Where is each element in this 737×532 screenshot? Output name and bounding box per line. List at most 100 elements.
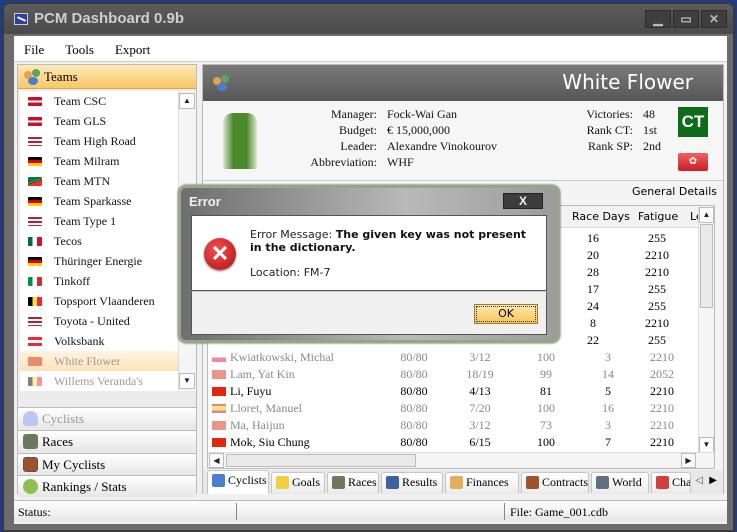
manager-label: Manager:: [331, 107, 377, 121]
team-list-item[interactable]: Team MTN: [20, 171, 178, 191]
team-list-item[interactable]: Tecos: [20, 231, 178, 251]
team-name-label: Team High Road: [54, 134, 136, 148]
grid-scroll-down[interactable]: ▼: [699, 437, 714, 453]
nav-rankings[interactable]: Rankings / Stats: [18, 475, 196, 497]
close-button[interactable]: ✕: [701, 10, 727, 28]
cell-c4: 3: [605, 350, 611, 364]
teams-panel-header[interactable]: Teams: [18, 65, 196, 89]
tab-finances[interactable]: Finances: [445, 472, 519, 493]
scroll-down-button[interactable]: ▼: [179, 373, 195, 389]
dialog-body: ✕ Error Message: The given key was not p…: [191, 215, 547, 291]
team-name-label: Team Milram: [54, 154, 120, 168]
team-list-item[interactable]: Team CSC: [20, 91, 178, 111]
tab-cyclists[interactable]: Cyclists: [207, 470, 269, 494]
ok-button[interactable]: OK: [474, 304, 538, 324]
cell-race-days: 17: [587, 282, 599, 296]
grid-hscrollbar[interactable]: ◀ ▶: [208, 452, 714, 468]
tab-goals[interactable]: Goals: [271, 472, 325, 493]
team-name-label: Team GLS: [54, 114, 107, 128]
cell-fatigue: 2210: [645, 316, 669, 330]
menu-export[interactable]: Export: [105, 36, 158, 58]
austria-flag-icon: [28, 337, 42, 346]
tab-icon: [276, 476, 289, 489]
tab-icon: [212, 474, 225, 487]
maximize-button[interactable]: ▭: [673, 10, 699, 28]
scroll-up-button[interactable]: ▲: [179, 93, 195, 109]
cell-cyclist-name: Lloret, Manuel: [230, 401, 302, 415]
table-row[interactable]: Ma, Haijun 80/80 3/12 73 3 2210: [208, 417, 698, 434]
team-list-item[interactable]: Tinkoff: [20, 271, 178, 291]
nav-cyclists[interactable]: Cyclists: [18, 407, 196, 429]
team-header: White Flower: [203, 65, 723, 101]
tab-icon: [526, 476, 539, 489]
table-row[interactable]: Kwiatkowski, Michal 80/80 3/12 100 3 2210: [208, 349, 698, 366]
nav-my-cyclists[interactable]: My Cyclists: [18, 453, 196, 475]
team-list-item[interactable]: Team Type 1: [20, 211, 178, 231]
tab-cha[interactable]: Cha: [651, 472, 691, 493]
tab-contracts[interactable]: Contracts: [521, 472, 589, 493]
grid-scroll-thumb[interactable]: [700, 224, 713, 308]
team-name-label: Tecos: [54, 234, 82, 248]
cell-c3: 99: [540, 367, 552, 381]
cell-c2: 3/12: [469, 350, 491, 364]
menu-tools[interactable]: Tools: [55, 36, 102, 58]
belgium-flag-icon: [28, 297, 42, 306]
cell-race-days: 16: [587, 231, 599, 245]
table-row[interactable]: Lam, Yat Kin 80/80 18/19 99 14 2052: [208, 366, 698, 383]
grid-vscrollbar[interactable]: ▲ ▼: [698, 206, 714, 454]
team-list-item[interactable]: Willems Veranda's: [20, 371, 178, 391]
team-info: Manager: Fock-Wai Gan Budget: € 15,000,0…: [203, 101, 723, 181]
grid-scroll-left[interactable]: ◀: [209, 453, 224, 468]
col-race-days[interactable]: Race Days: [572, 210, 630, 223]
cell-c4: 7: [605, 435, 611, 449]
team-name: White Flower: [562, 70, 693, 94]
china-flag-icon: [212, 421, 226, 430]
table-row[interactable]: Lloret, Manuel 80/80 7/20 100 16 2210: [208, 400, 698, 417]
team-list-item[interactable]: White Flower: [20, 351, 178, 371]
team-list-item[interactable]: Team Sparkasse: [20, 191, 178, 211]
tabs-scroll-right[interactable]: ▶: [709, 475, 717, 486]
usa-flag-icon: [28, 137, 42, 146]
cell-c4: 16: [602, 401, 614, 415]
tab-results[interactable]: Results: [381, 472, 443, 493]
tab-icon: [386, 476, 399, 489]
col-fatigue[interactable]: Fatigue: [638, 210, 678, 223]
general-details-label[interactable]: General Details: [632, 185, 717, 198]
cell-c5: 2052: [650, 367, 674, 381]
dialog-close-button[interactable]: X: [503, 193, 543, 209]
team-list-item[interactable]: Toyota - United: [20, 311, 178, 331]
cell-c1: 80/80: [400, 350, 428, 364]
team-list-item[interactable]: Thüringer Energie: [20, 251, 178, 271]
table-row[interactable]: Mok, Siu Chung 80/80 6/15 100 7 2210: [208, 434, 698, 451]
grid-hscroll-thumb[interactable]: [226, 454, 416, 467]
team-list-item[interactable]: Topsport Vlaanderen: [20, 291, 178, 311]
budget-value: € 15,000,000: [387, 123, 450, 137]
cell-c3: 100: [537, 401, 555, 415]
cell-race-days: 24: [587, 299, 599, 313]
tab-races[interactable]: Races: [327, 472, 379, 493]
team-list[interactable]: Team CSC Team GLS Team High Road Team Milra…: [20, 91, 178, 391]
tab-label: World: [612, 475, 642, 489]
cell-c5: 2210: [650, 435, 674, 449]
table-row[interactable]: Li, Fuyu 80/80 4/13 81 5 2210: [208, 383, 698, 400]
grid-scroll-up[interactable]: ▲: [699, 207, 714, 223]
team-list-item[interactable]: Team Milram: [20, 151, 178, 171]
menu-file[interactable]: File: [14, 36, 52, 58]
team-list-item[interactable]: Team GLS: [20, 111, 178, 131]
belgium-flag-icon: [28, 377, 42, 386]
error-message: Error Message: The given key was not pre…: [250, 228, 540, 279]
grid-scroll-right[interactable]: ▶: [681, 453, 696, 468]
team-list-item[interactable]: Volksbank: [20, 331, 178, 351]
team-jersey-image: [223, 113, 257, 169]
title-bar[interactable]: PCM Dashboard 0.9b ▁ ▭ ✕: [4, 4, 733, 34]
team-name-label: Willems Veranda's: [54, 374, 144, 388]
nav-races[interactable]: Races: [18, 430, 196, 452]
minimize-button[interactable]: ▁: [645, 10, 671, 28]
nav-races-label: Races: [42, 434, 74, 449]
tab-world[interactable]: World: [591, 472, 649, 493]
team-list-item[interactable]: Team High Road: [20, 131, 178, 151]
tabs-scroll-left[interactable]: ◁: [695, 475, 703, 486]
cell-race-days: 20: [587, 248, 599, 262]
cell-c1: 80/80: [400, 435, 428, 449]
error-location: Location: FM-7: [250, 266, 331, 279]
